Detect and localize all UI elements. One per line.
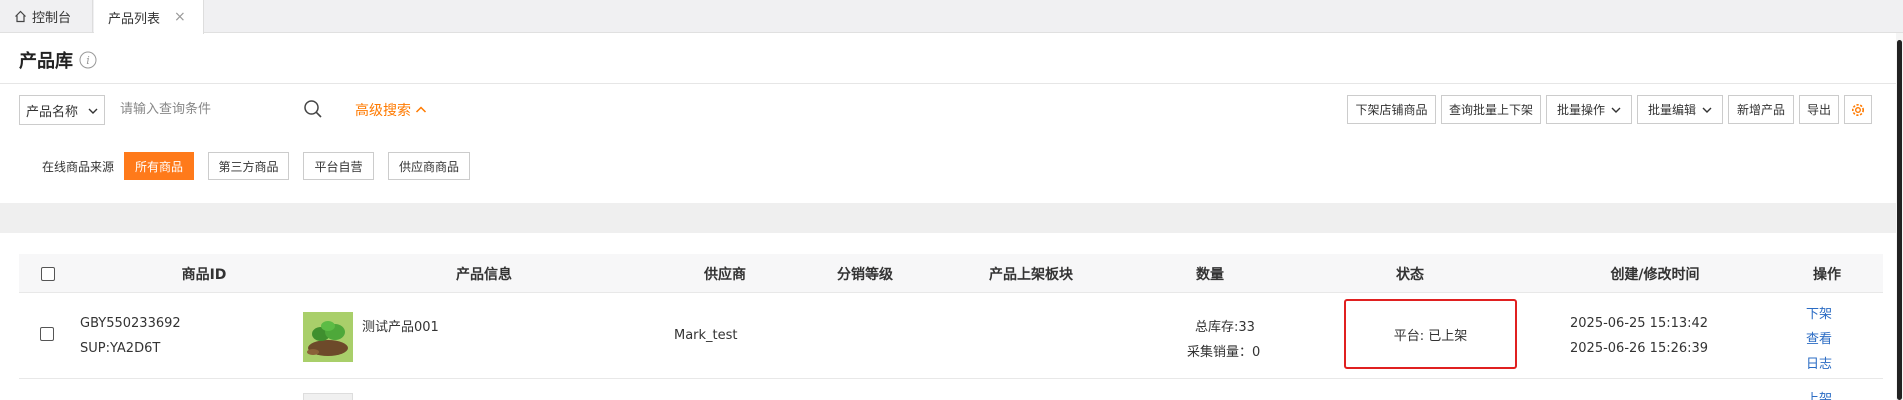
product-id: GBY550233692 [80, 316, 181, 331]
tab-bar: 控制台 产品列表 × [0, 0, 1903, 34]
select-all-checkbox[interactable] [41, 266, 55, 281]
tab-dashboard-label: 控制台 [32, 11, 72, 26]
title-row: 产品库 i [19, 44, 97, 76]
home-icon [14, 10, 27, 23]
advanced-search-label: 高级搜索 [355, 103, 411, 119]
product-thumbnail[interactable] [303, 393, 353, 400]
export-button[interactable]: 导出 [1799, 95, 1839, 124]
search-input[interactable] [110, 94, 310, 124]
header-actions: 操作 [1813, 266, 1841, 283]
chevron-down-icon [88, 105, 98, 120]
tab-dashboard[interactable]: 控制台 [0, 0, 93, 33]
header-quantity: 数量 [1196, 266, 1224, 283]
product-thumbnail[interactable] [303, 312, 353, 362]
header-supplier: 供应商 [704, 266, 746, 283]
row-divider [19, 378, 1883, 379]
advanced-search-toggle[interactable]: 高级搜索 [355, 100, 427, 120]
source-filter-label: 在线商品来源 [42, 160, 115, 174]
header-time: 创建/修改时间 [1610, 266, 1700, 283]
header-product-id: 商品ID [181, 266, 227, 283]
tab-product-list[interactable]: 产品列表 × [94, 0, 204, 34]
scrollbar-thumb[interactable] [1897, 40, 1902, 400]
tab-product-list-label: 产品列表 [108, 11, 161, 27]
page: 控制台 产品列表 × 产品库 i 产品名称 高级搜索 下架店铺商品 [0, 0, 1903, 400]
filter-third-party[interactable]: 第三方商品 [208, 152, 289, 180]
list-action[interactable]: 上架 [1806, 388, 1832, 400]
batch-query-listing-button[interactable]: 查询批量上下架 [1441, 95, 1541, 124]
row-checkbox[interactable] [40, 327, 54, 341]
supplier-name: Mark_test [674, 328, 738, 343]
view-action[interactable]: 查看 [1806, 328, 1832, 347]
section-separator [0, 203, 1903, 233]
product-name[interactable]: 测试产品001 [362, 316, 439, 335]
filter-supplier-products[interactable]: 供应商商品 [388, 152, 470, 180]
svg-text:i: i [86, 54, 90, 67]
filter-platform-own[interactable]: 平台自营 [303, 152, 374, 180]
log-action[interactable]: 日志 [1806, 353, 1832, 372]
header-listing-section: 产品上架板块 [989, 266, 1073, 283]
total-stock: 总库存:33 [1195, 320, 1255, 335]
search-field-select-value: 产品名称 [26, 104, 79, 120]
batch-edit-select[interactable]: 批量编辑 [1637, 95, 1723, 124]
table-header: 商品ID 产品信息 供应商 分销等级 产品上架板块 数量 状态 创建/修改时间 … [19, 254, 1883, 293]
close-icon[interactable]: × [174, 9, 186, 25]
batch-operations-select[interactable]: 批量操作 [1546, 95, 1632, 124]
status-badge: 平台: 已上架 [1344, 299, 1517, 369]
gear-icon[interactable] [1844, 95, 1872, 124]
page-title: 产品库 [19, 51, 73, 72]
divider [0, 83, 1903, 84]
header-product-info: 产品信息 [456, 266, 512, 283]
delist-action[interactable]: 下架 [1806, 303, 1832, 322]
search-field-select[interactable]: 产品名称 [19, 95, 105, 125]
search-icon[interactable] [300, 96, 326, 122]
modified-time: 2025-06-26 15:26:39 [1570, 341, 1709, 356]
batch-edit-label: 批量编辑 [1647, 103, 1696, 117]
header-distribution-level: 分销等级 [837, 266, 893, 283]
batch-operations-label: 批量操作 [1556, 103, 1605, 117]
listing-status: 平台: 已上架 [1393, 328, 1468, 344]
delist-store-button[interactable]: 下架店铺商品 [1347, 95, 1436, 124]
supplier-code: SUP:YA2D6T [80, 341, 161, 356]
filter-all-products[interactable]: 所有商品 [124, 152, 194, 180]
header-status: 状态 [1396, 266, 1424, 283]
created-time: 2025-06-25 15:13:42 [1570, 316, 1709, 331]
select-all-checkbox-cell [39, 254, 57, 293]
chevron-down-icon [1702, 105, 1712, 115]
chevron-up-icon [415, 105, 427, 115]
info-icon[interactable]: i [79, 51, 97, 69]
add-product-button[interactable]: 新增产品 [1728, 95, 1794, 124]
collected-sales: 采集销量：0 [1187, 345, 1261, 360]
chevron-down-icon [1611, 105, 1621, 115]
